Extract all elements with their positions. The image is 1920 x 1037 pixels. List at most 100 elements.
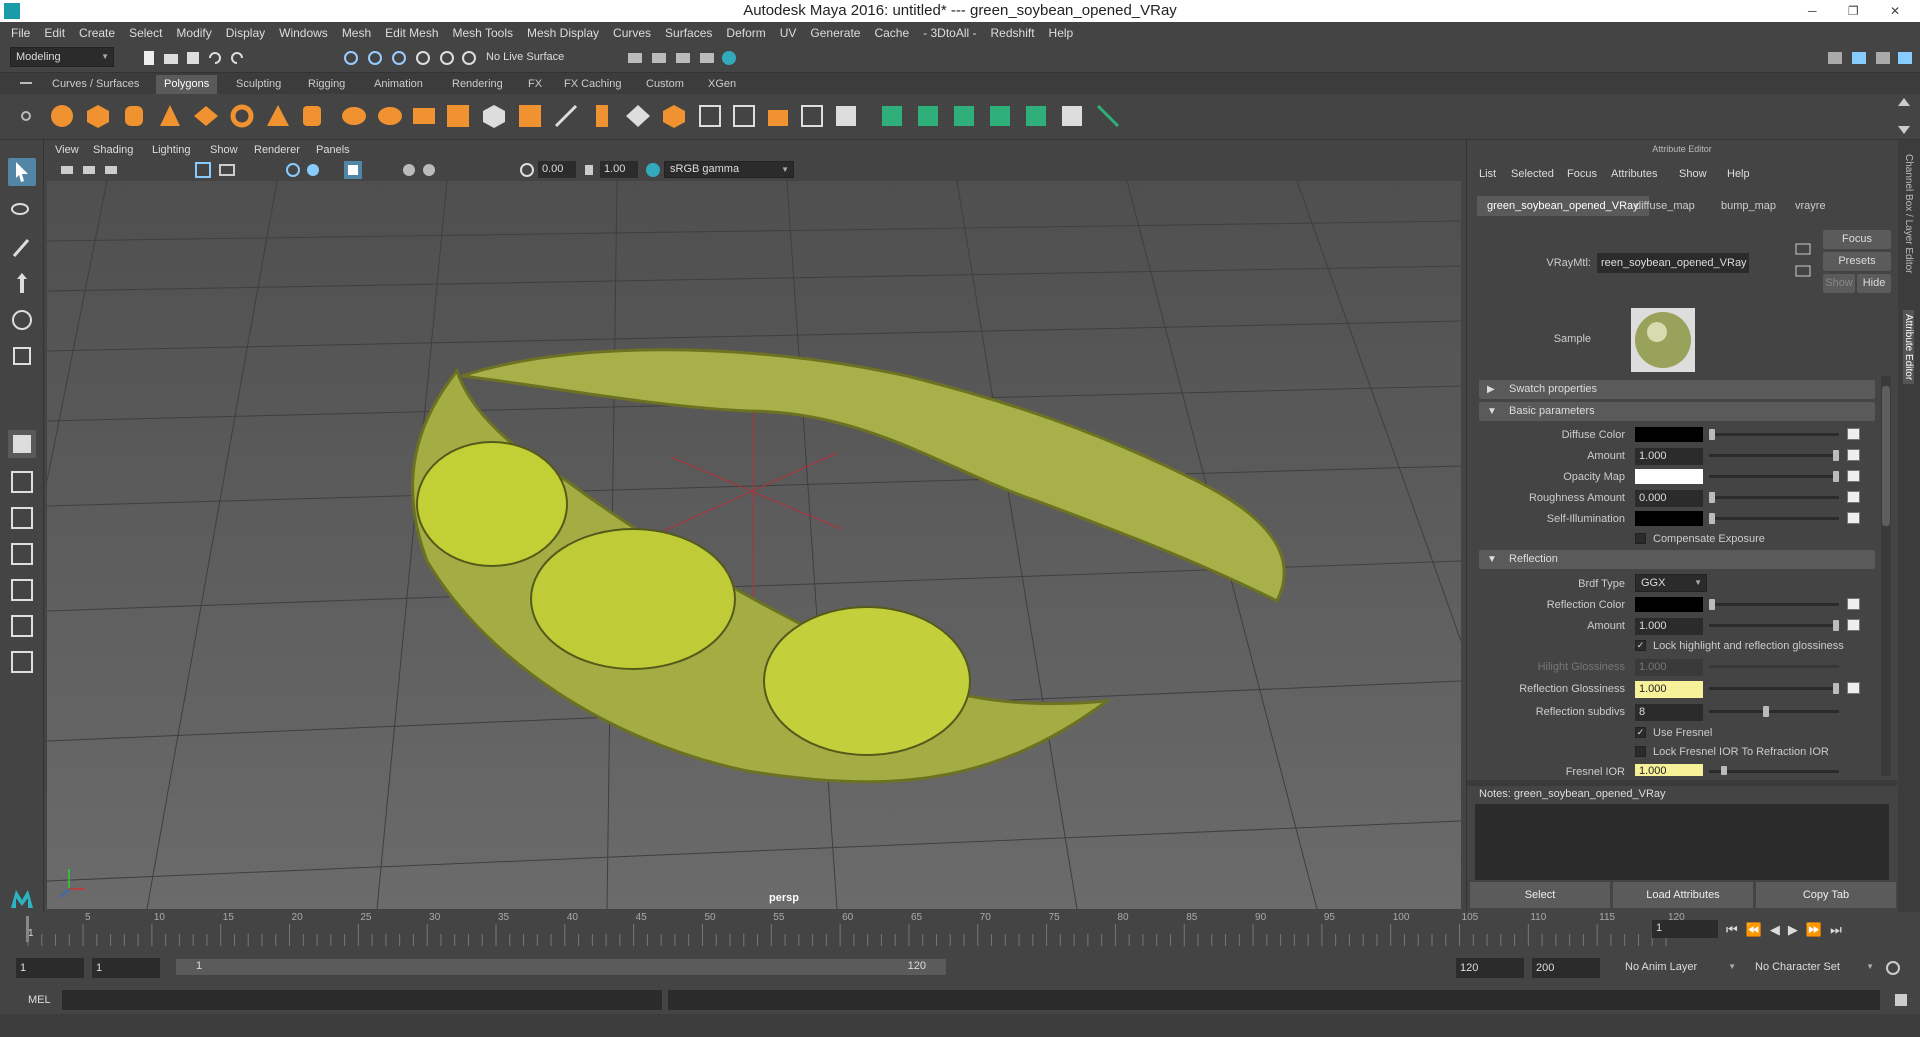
shelf-scroll-icon[interactable] bbox=[1896, 96, 1912, 136]
ae-menu-attributes[interactable]: Attributes bbox=[1611, 168, 1657, 180]
show-button[interactable]: Show bbox=[1823, 274, 1855, 293]
color-management-icon[interactable] bbox=[644, 161, 662, 179]
roughness-map-button[interactable] bbox=[1847, 491, 1860, 503]
opacity-slider-handle[interactable] bbox=[1833, 471, 1839, 482]
use-fresnel-checkbox[interactable]: ✓ bbox=[1635, 727, 1646, 738]
render-settings-icon[interactable] bbox=[698, 49, 716, 67]
image-plane-icon[interactable] bbox=[102, 161, 120, 179]
shelf-menu-icon[interactable] bbox=[18, 75, 34, 91]
reflection-glossiness-field[interactable]: 1.000 bbox=[1635, 681, 1703, 698]
command-input[interactable] bbox=[62, 990, 662, 1010]
smooth-icon[interactable] bbox=[444, 102, 472, 130]
merge-icon[interactable] bbox=[696, 102, 724, 130]
roughness-slider[interactable] bbox=[1709, 496, 1839, 499]
shelf-tab-rendering[interactable]: Rendering bbox=[444, 75, 511, 94]
reflection-amount-map-button[interactable] bbox=[1847, 619, 1860, 631]
fresnel-ior-slider-handle[interactable] bbox=[1721, 766, 1727, 775]
gamma-icon[interactable] bbox=[580, 161, 598, 179]
menu-cache[interactable]: Cache bbox=[874, 26, 909, 40]
ae-tab-material[interactable]: green_soybean_opened_VRay bbox=[1477, 196, 1649, 216]
reflection-glossiness-slider[interactable] bbox=[1709, 687, 1839, 690]
fill-hole-icon[interactable] bbox=[660, 102, 688, 130]
diffuse-amount-field[interactable]: 1.000 bbox=[1635, 448, 1703, 465]
snap-curve-icon[interactable] bbox=[438, 49, 456, 67]
character-set-dropdown[interactable]: No Character Set ▼ bbox=[1750, 958, 1878, 978]
current-frame-field[interactable]: 1 bbox=[1652, 920, 1718, 938]
reflection-subdivs-slider[interactable] bbox=[1709, 710, 1839, 713]
layout-four-icon[interactable] bbox=[8, 468, 36, 496]
diffuse-color-swatch[interactable] bbox=[1635, 427, 1703, 442]
menu-uv[interactable]: UV bbox=[780, 26, 797, 40]
gamma-field[interactable]: 1.00 bbox=[600, 161, 638, 178]
panel-layout-icon[interactable] bbox=[1850, 49, 1868, 67]
redo-icon[interactable] bbox=[228, 49, 246, 67]
poly-cylinder-icon[interactable] bbox=[120, 102, 148, 130]
notes-textarea[interactable] bbox=[1475, 804, 1889, 880]
menu-mesh-tools[interactable]: Mesh Tools bbox=[453, 26, 513, 40]
diffuse-color-slider[interactable] bbox=[1709, 433, 1839, 436]
menu-edit-mesh[interactable]: Edit Mesh bbox=[385, 26, 438, 40]
self-illumination-slider[interactable] bbox=[1709, 517, 1839, 520]
self-illumination-swatch[interactable] bbox=[1635, 511, 1703, 526]
ae-menu-help[interactable]: Help bbox=[1727, 168, 1750, 180]
menu-display[interactable]: Display bbox=[226, 26, 265, 40]
playback-controls[interactable]: ⏮⏪◀▶⏩⏭ bbox=[1726, 922, 1850, 938]
menu-3dtoall[interactable]: - 3DtoAll - bbox=[923, 26, 976, 40]
go-input-icon[interactable] bbox=[1795, 242, 1811, 256]
poly-cone-icon[interactable] bbox=[156, 102, 184, 130]
menu-mesh[interactable]: Mesh bbox=[342, 26, 371, 40]
compensate-exposure-checkbox[interactable] bbox=[1635, 533, 1646, 544]
quad-draw-icon[interactable] bbox=[764, 102, 792, 130]
snap-grid-icon[interactable] bbox=[414, 49, 432, 67]
maya-help-logo-icon[interactable] bbox=[8, 884, 36, 912]
menu-modify[interactable]: Modify bbox=[176, 26, 211, 40]
reflection-color-map-button[interactable] bbox=[1847, 598, 1860, 610]
open-scene-icon[interactable] bbox=[162, 49, 180, 67]
side-tab-attribute-editor[interactable]: Attribute Editor bbox=[1903, 310, 1914, 385]
target-weld-icon[interactable] bbox=[730, 102, 758, 130]
viewport-menu-renderer[interactable]: Renderer bbox=[254, 144, 300, 156]
color-space-dropdown[interactable]: sRGB gamma ▼ bbox=[664, 161, 794, 178]
shelf-tab-fx-caching[interactable]: FX Caching bbox=[556, 75, 629, 94]
reflection-color-slider-handle[interactable] bbox=[1709, 599, 1715, 610]
hypershade-icon[interactable] bbox=[720, 49, 738, 67]
attribute-editor-scrollbar[interactable] bbox=[1881, 376, 1891, 776]
select-tool-icon[interactable] bbox=[8, 158, 36, 186]
camera-attributes-icon[interactable] bbox=[58, 161, 76, 179]
wireframe-icon[interactable] bbox=[284, 161, 302, 179]
shelf-tab-sculpting[interactable]: Sculpting bbox=[228, 75, 289, 94]
playback-end-field[interactable]: 120 bbox=[1456, 958, 1524, 978]
live-surface-icon[interactable] bbox=[460, 49, 478, 67]
extract-icon[interactable] bbox=[410, 102, 438, 130]
viewport-menu-shading[interactable]: Shading bbox=[93, 144, 133, 156]
menu-generate[interactable]: Generate bbox=[810, 26, 860, 40]
mirror-icon[interactable] bbox=[832, 102, 860, 130]
select-button[interactable]: Select bbox=[1470, 882, 1610, 908]
ae-menu-selected[interactable]: Selected bbox=[1511, 168, 1554, 180]
ae-tab-diffuse-map[interactable]: diffuse_map bbox=[1625, 196, 1705, 216]
poly-plane-icon[interactable] bbox=[192, 102, 220, 130]
fresnel-ior-slider[interactable] bbox=[1709, 770, 1839, 773]
side-tab-channel-box[interactable]: Channel Box / Layer Editor bbox=[1903, 154, 1914, 274]
reflection-amount-slider[interactable] bbox=[1709, 624, 1839, 627]
viewport-menu-panels[interactable]: Panels bbox=[316, 144, 350, 156]
go-output-icon[interactable] bbox=[1795, 264, 1811, 278]
bevel-icon[interactable] bbox=[480, 102, 508, 130]
shadows-icon[interactable] bbox=[400, 161, 418, 179]
shelf-tab-fx[interactable]: FX bbox=[520, 75, 550, 94]
poly-cube-icon[interactable] bbox=[84, 102, 112, 130]
layout-single-icon[interactable] bbox=[8, 430, 36, 458]
lock-fresnel-ior-checkbox[interactable] bbox=[1635, 746, 1646, 757]
reflection-glossiness-map-button[interactable] bbox=[1847, 682, 1860, 694]
menu-mesh-display[interactable]: Mesh Display bbox=[527, 26, 599, 40]
menu-help[interactable]: Help bbox=[1049, 26, 1074, 40]
perspective-viewport[interactable]: persp bbox=[47, 181, 1461, 909]
multi-cut-icon[interactable] bbox=[552, 102, 580, 130]
grid-toggle-icon[interactable] bbox=[194, 161, 212, 179]
film-gate-icon[interactable] bbox=[218, 161, 236, 179]
separate-icon[interactable] bbox=[376, 102, 404, 130]
crease-icon[interactable] bbox=[798, 102, 826, 130]
ambient-occlusion-icon[interactable] bbox=[420, 161, 438, 179]
reflection-amount-slider-handle[interactable] bbox=[1833, 620, 1839, 631]
menu-redshift[interactable]: Redshift bbox=[991, 26, 1035, 40]
